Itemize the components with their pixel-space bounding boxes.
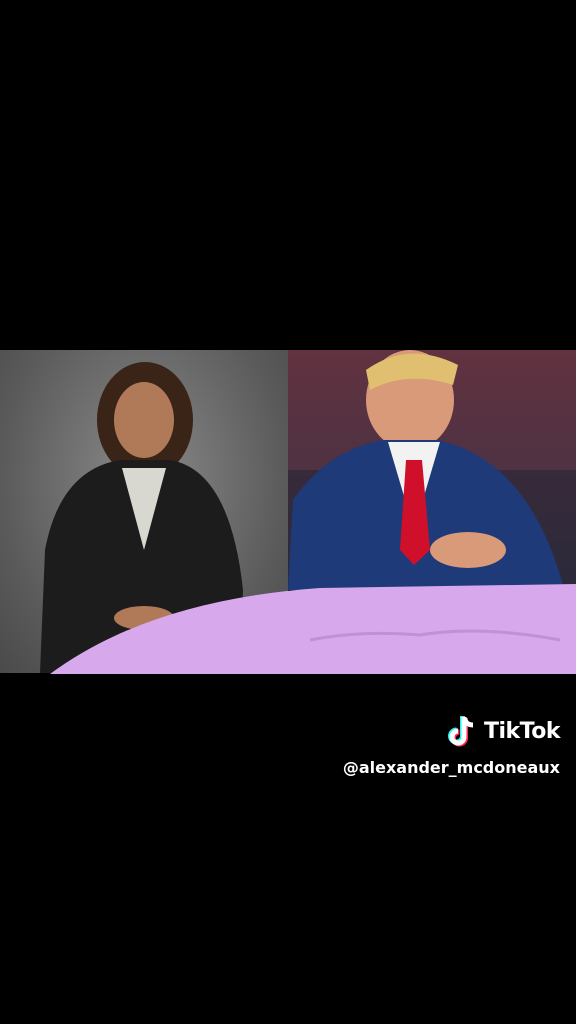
video-frame[interactable]: TikTok @alexander_mcdoneaux [0, 0, 576, 1024]
tiktok-logo-icon [448, 716, 474, 747]
tiktok-watermark: TikTok @alexander_mcdoneaux [342, 714, 561, 777]
pink-overlay-shape [50, 584, 576, 674]
creator-username: @alexander_mcdoneaux [342, 758, 560, 777]
tiktok-brand-label: TikTok [483, 718, 561, 744]
right-portrait-photo [288, 350, 576, 590]
